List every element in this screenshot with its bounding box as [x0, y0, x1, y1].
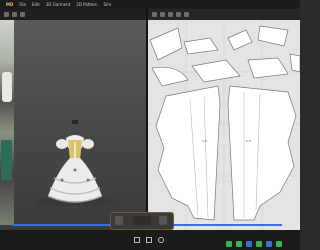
dress-skirt — [48, 158, 102, 202]
app-logo: MD — [6, 2, 14, 7]
pattern-piece-1 — [149, 27, 183, 61]
skirt-bow-3 — [73, 168, 77, 172]
annotation-right: 0,8 — [246, 139, 251, 143]
curve-icon[interactable] — [176, 12, 181, 17]
photo-garment — [1, 140, 12, 180]
settings-icon[interactable] — [159, 216, 167, 225]
dress-sleeve-left — [56, 139, 68, 149]
pattern-piece-3 — [227, 29, 253, 51]
skirt-bow-2 — [86, 178, 90, 182]
dress-sleeve-right — [82, 139, 94, 149]
select-icon[interactable] — [4, 12, 9, 17]
pattern-piece-2 — [183, 37, 219, 55]
pattern-piece-8 — [289, 53, 300, 73]
garment-3d-drawing — [35, 120, 115, 207]
annotation-left: 0,8 — [202, 139, 207, 143]
pattern-piece-7 — [247, 57, 289, 79]
status-icon-1[interactable] — [226, 241, 232, 247]
bodice-lacing — [74, 142, 76, 158]
menu-item-3d-garment[interactable]: 3D Garment — [46, 0, 70, 9]
status-icon-3[interactable] — [246, 241, 252, 247]
avatar-neck — [72, 120, 78, 124]
move-icon[interactable] — [12, 12, 17, 17]
menu-item-file[interactable]: File — [19, 0, 26, 9]
pattern-piece-6 — [191, 59, 241, 83]
status-icon-4[interactable] — [256, 241, 262, 247]
pattern-piece-5 — [151, 66, 189, 87]
menu-item-2d-pattern[interactable]: 2D Pattern — [76, 0, 97, 9]
rectangle-icon[interactable] — [160, 12, 165, 17]
bodice-back-piece — [155, 85, 221, 221]
skirt-bow-1 — [60, 178, 64, 182]
menu-item-edit[interactable]: Edit — [32, 0, 40, 9]
status-icon-6[interactable] — [276, 241, 282, 247]
status-icon-2[interactable] — [236, 241, 242, 247]
record-icon[interactable] — [158, 237, 164, 243]
grid-icon[interactable] — [146, 237, 152, 243]
rotate-icon[interactable] — [20, 12, 25, 17]
menu-item-sim[interactable]: Sim — [104, 0, 112, 9]
edit-point-icon[interactable] — [168, 12, 173, 17]
bodice-front-piece — [227, 85, 297, 221]
pin-icon[interactable] — [134, 237, 140, 243]
playback-panel — [110, 212, 174, 230]
pattern-piece-4 — [257, 25, 289, 47]
playback-field[interactable] — [133, 216, 151, 225]
status-icon-5[interactable] — [266, 241, 272, 247]
reference-photo-strip — [0, 20, 14, 225]
seam-icon[interactable] — [184, 12, 189, 17]
photo-figure — [2, 72, 12, 102]
pattern-2d-drawing: 0,8 0,8 — [148, 20, 300, 230]
ruler-icon[interactable] — [115, 216, 123, 225]
viewport-3d[interactable] — [0, 20, 146, 230]
viewport-2d[interactable]: 0,8 0,8 — [148, 20, 300, 230]
polygon-icon[interactable] — [152, 12, 157, 17]
